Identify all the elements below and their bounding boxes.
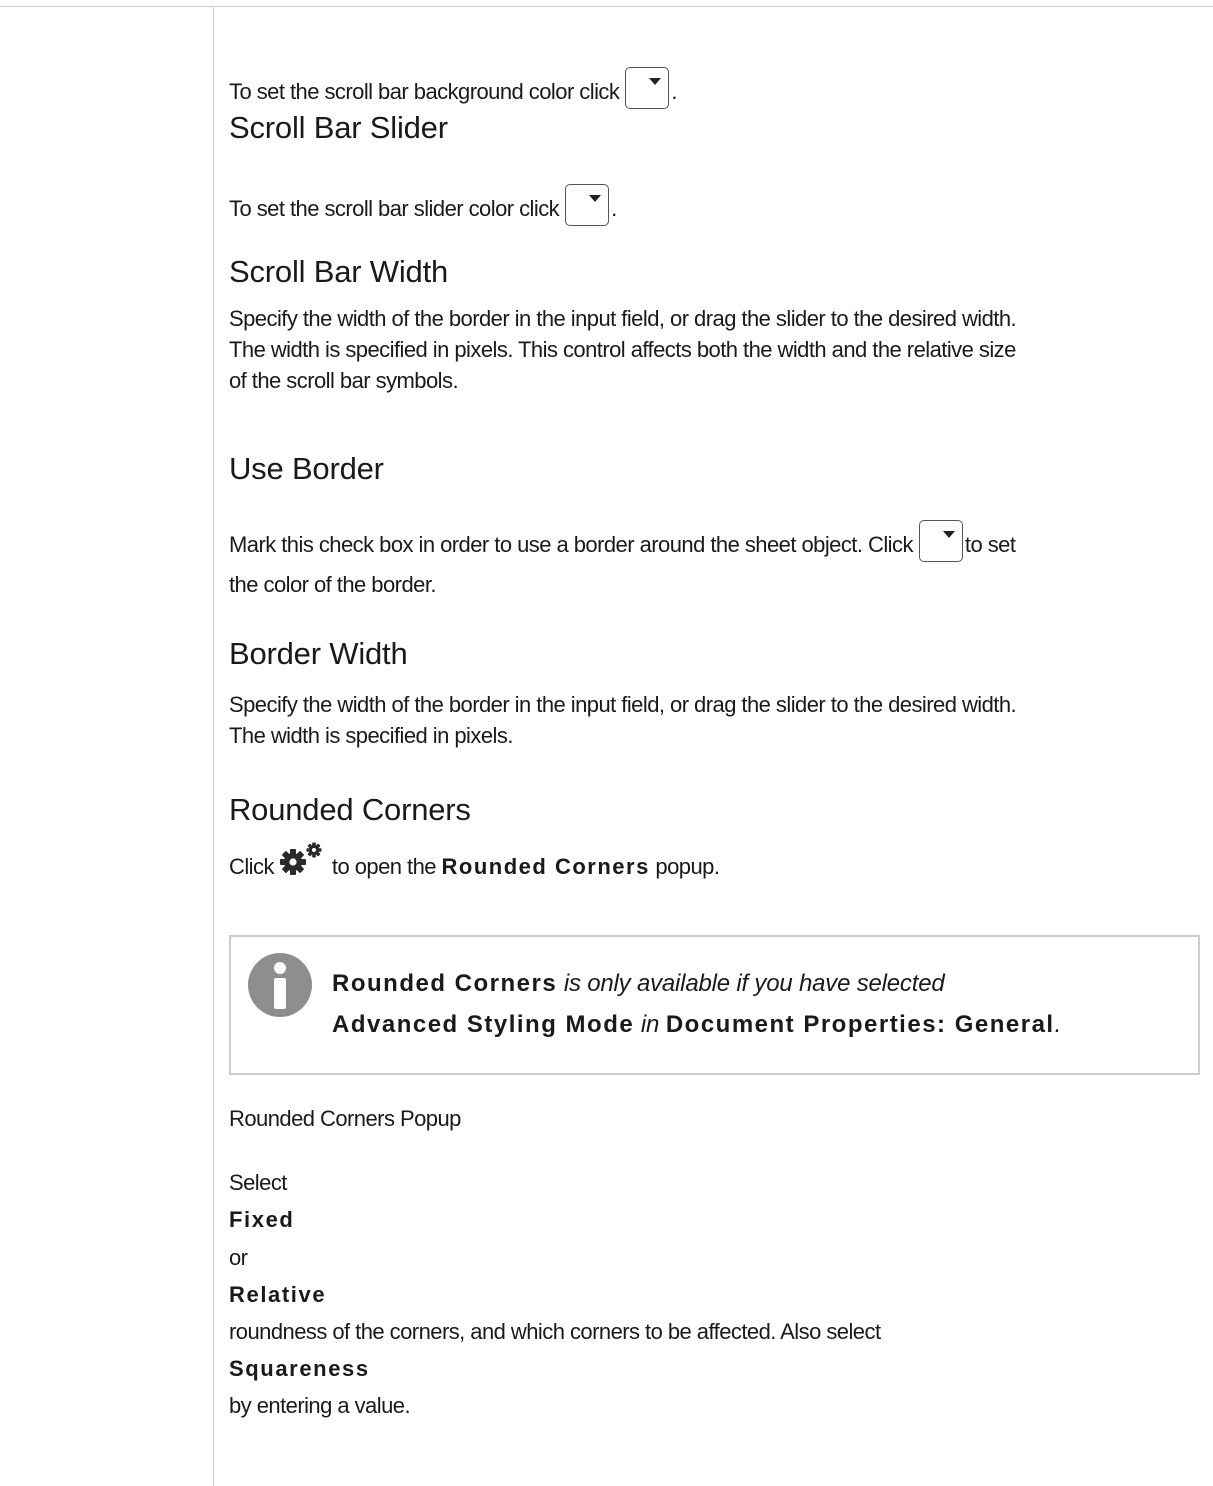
scroll-bar-width-line-2: The width is specified in pixels. This c… <box>229 337 1016 362</box>
dropdown-button-icon[interactable] <box>918 520 963 562</box>
scroll-bar-slider-text: To set the scroll bar slider color click… <box>229 184 617 226</box>
dropdown-arrow-icon <box>589 195 602 202</box>
use-border-heading: Use Border <box>229 451 384 486</box>
dropdown-button-icon[interactable] <box>565 184 610 226</box>
top-divider <box>0 6 1213 7</box>
border-width-heading: Border Width <box>229 636 408 671</box>
rounded-corners-popup-name: Rounded Corners <box>441 854 650 879</box>
use-border-line-1: Mark this check box in order to use a bo… <box>229 520 1016 562</box>
scroll-bar-slider-heading: Scroll Bar Slider <box>229 110 448 145</box>
rounded-corners-click-word: Click <box>229 854 274 879</box>
info-icon <box>248 953 312 1017</box>
border-width-line-1: Specify the width of the border in the i… <box>229 692 1017 717</box>
scrollbar-background-text-after: . <box>671 79 677 104</box>
use-border-text-before: Mark this check box in order to use a bo… <box>229 532 913 557</box>
dropdown-arrow-icon <box>649 78 662 85</box>
note-italic-in: in <box>640 1011 660 1038</box>
note-line-2: Advanced Styling Mode in Document Proper… <box>332 1010 1061 1040</box>
popup-relative: Relative <box>229 1282 327 1307</box>
popup-or: or <box>229 1245 248 1270</box>
popup-title: Rounded Corners Popup <box>229 1106 461 1131</box>
rounded-corners-heading: Rounded Corners <box>229 792 471 827</box>
scroll-bar-slider-text-before: To set the scroll bar slider color click <box>229 196 560 221</box>
note-bold-advanced-styling: Advanced Styling Mode <box>332 1011 635 1038</box>
scroll-bar-width-heading: Scroll Bar Width <box>229 254 449 289</box>
note-bold-rounded-corners: Rounded Corners <box>332 970 558 997</box>
dropdown-button-icon[interactable] <box>625 67 670 109</box>
rounded-corners-to-open: to open the <box>331 854 437 879</box>
note-box: Rounded Corners is only available if you… <box>229 935 1200 1075</box>
border-width-line-2: The width is specified in pixels. <box>229 723 513 748</box>
note-line-1: Rounded Corners is only available if you… <box>332 969 945 999</box>
use-border-line-2: the color of the border. <box>229 572 437 597</box>
scroll-bar-width-line-1: Specify the width of the border in the i… <box>229 306 1017 331</box>
left-margin-divider <box>213 6 214 1486</box>
popup-by-value: by entering a value. <box>229 1393 411 1418</box>
scroll-bar-slider-text-after: . <box>611 196 617 221</box>
note-italic-available: is only available if you have selected <box>563 970 945 997</box>
scroll-bar-width-line-3: of the scroll bar symbols. <box>229 368 459 393</box>
rounded-corners-popup-word: popup. <box>655 854 720 879</box>
scrollbar-background-text: To set the scroll bar background color c… <box>229 67 677 109</box>
popup-squareness: Squareness <box>229 1356 370 1381</box>
popup-roundness: roundness of the corners, and which corn… <box>229 1319 881 1344</box>
note-bold-document-properties: Document Properties: General <box>665 1011 1055 1038</box>
note-end-period: . <box>1054 1011 1062 1038</box>
scrollbar-background-text-before: To set the scroll bar background color c… <box>229 79 620 104</box>
use-border-text-after: to set <box>964 532 1016 557</box>
popup-select: Select <box>229 1170 287 1195</box>
dropdown-arrow-icon <box>942 531 955 538</box>
rounded-corners-click-text: Click to open the Rounded Corners popup. <box>229 842 720 882</box>
popup-fixed: Fixed <box>229 1207 295 1232</box>
gear-icon[interactable] <box>276 842 324 876</box>
